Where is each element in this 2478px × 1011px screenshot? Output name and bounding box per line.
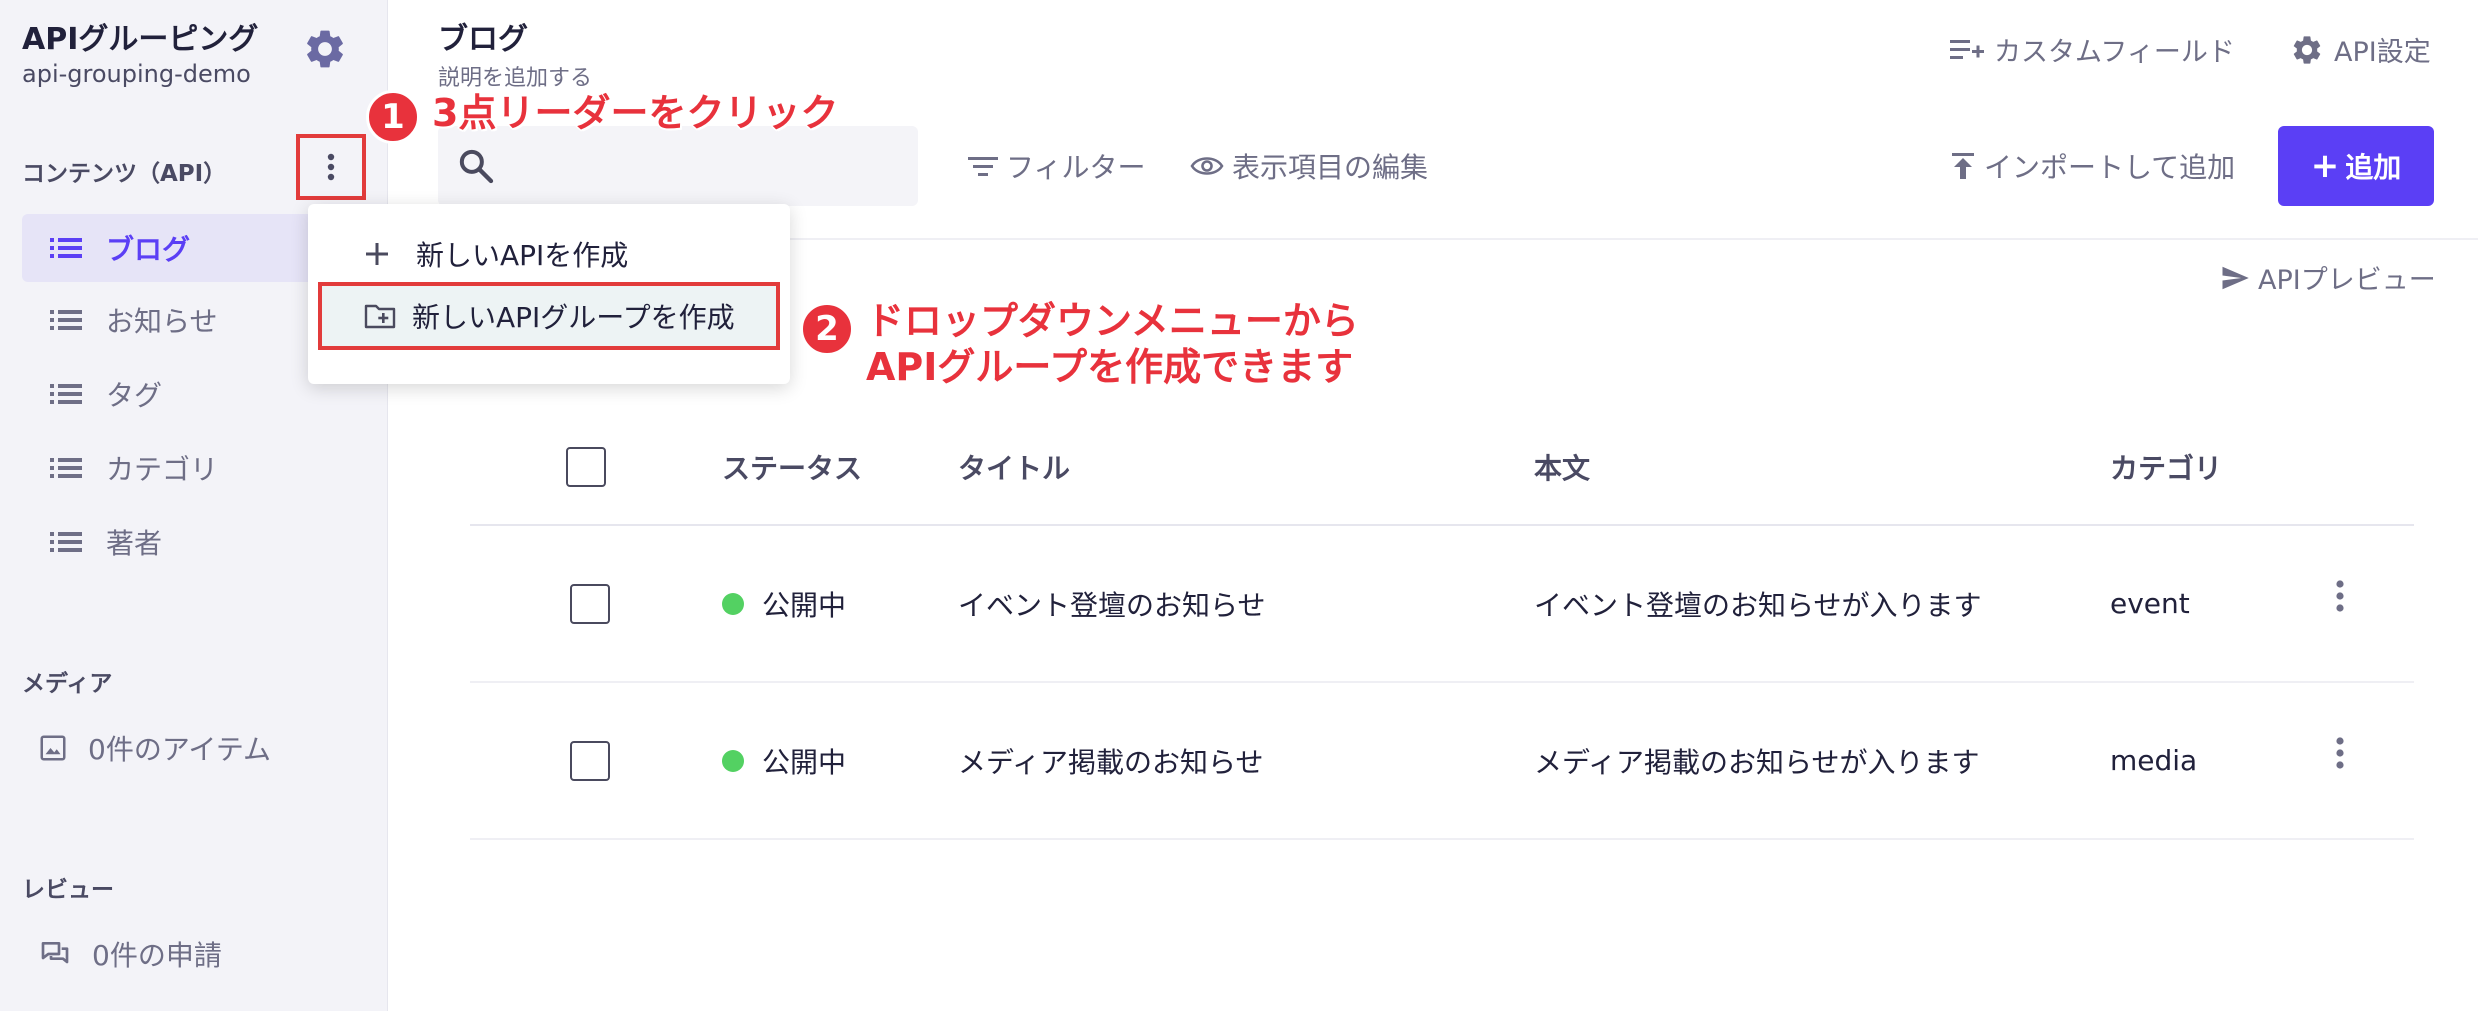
content-section-label: コンテンツ（API） xyxy=(22,161,227,187)
step2-callout-line2: APIグループを作成できます xyxy=(866,345,1354,389)
category-cell: event xyxy=(2110,587,2190,620)
upload-icon xyxy=(1952,153,1974,179)
search-icon xyxy=(459,149,494,184)
vertical-dots-icon[interactable] xyxy=(2334,735,2346,771)
sidebar-item-label: ブログ xyxy=(106,233,191,266)
row-select-cell xyxy=(570,683,610,838)
row-checkbox[interactable] xyxy=(570,583,610,624)
list-icon xyxy=(50,238,82,258)
eye-icon xyxy=(1190,157,1224,175)
table-row[interactable]: 公開中 イベント登壇のお知らせ イベント登壇のお知らせが入ります event xyxy=(470,526,2414,683)
app-title: APIグルーピング xyxy=(22,22,259,57)
search-input[interactable] xyxy=(438,126,918,206)
menu-item-create-api[interactable]: 新しいAPIを作成 xyxy=(308,220,790,288)
image-icon xyxy=(40,735,66,761)
step2-callout-line1: ドロップダウンメニューから xyxy=(866,299,1359,343)
more-options-button[interactable] xyxy=(296,134,366,200)
import-label: インポートして追加 xyxy=(1984,151,2236,184)
sidebar-item-authors[interactable]: 著者 xyxy=(22,508,388,576)
sidebar: APIグルーピング api-grouping-demo コンテンツ（API） ブ… xyxy=(0,0,388,1011)
list-icon xyxy=(50,310,82,330)
content-table: ステータス タイトル 本文 カテゴリ 公開中 イベント登壇のお知らせ イベント登… xyxy=(470,410,2414,840)
menu-item-label: 新しいAPIを作成 xyxy=(416,239,629,272)
media-section-label: メディア xyxy=(22,671,113,697)
plus-icon xyxy=(366,243,388,265)
review-count-label: 0件の申請 xyxy=(92,939,222,972)
gear-icon[interactable] xyxy=(302,26,348,72)
folder-add-icon xyxy=(364,304,396,329)
import-button[interactable]: インポートして追加 xyxy=(1950,146,2235,186)
table-header: ステータス タイトル 本文 カテゴリ xyxy=(470,410,2414,526)
sidebar-item-label: お知らせ xyxy=(106,305,218,338)
add-button[interactable]: + 追加 xyxy=(2278,126,2434,206)
status-text: 公開中 xyxy=(762,588,847,622)
sidebar-item-label: タグ xyxy=(106,379,163,412)
playlist-add-icon xyxy=(1950,39,1984,59)
column-header-category[interactable]: カテゴリ xyxy=(2110,410,2222,524)
list-icon xyxy=(50,458,82,478)
column-header-status[interactable]: ステータス xyxy=(722,410,862,524)
sidebar-item-label: 著者 xyxy=(106,527,163,560)
vertical-dots-icon[interactable] xyxy=(2334,578,2346,614)
status-dot-icon xyxy=(722,592,744,615)
table-row[interactable]: 公開中 メディア掲載のお知らせ メディア掲載のお知らせが入ります media xyxy=(470,683,2414,840)
filter-icon xyxy=(968,157,998,176)
row-select-cell xyxy=(570,526,610,681)
step-badge-2: 2 xyxy=(800,302,854,356)
select-all-checkbox[interactable] xyxy=(566,447,606,487)
status-cell: 公開中 xyxy=(722,683,846,838)
list-icon xyxy=(50,384,82,404)
filter-button[interactable]: フィルター xyxy=(968,146,1145,186)
api-settings-label: API設定 xyxy=(2334,37,2431,68)
status-text: 公開中 xyxy=(762,745,847,779)
review-requests-link[interactable]: 0件の申請 xyxy=(38,926,222,982)
custom-fields-label: カスタムフィールド xyxy=(1994,37,2235,68)
step1-callout: 3点リーダーをクリック xyxy=(432,91,839,135)
body-cell: メディア掲載のお知らせが入ります xyxy=(1534,745,1980,779)
chat-icon xyxy=(41,942,69,964)
step-badge-1: 1 xyxy=(366,90,420,144)
status-dot-icon xyxy=(722,749,744,772)
app-subtitle: api-grouping-demo xyxy=(22,60,251,88)
title-cell: イベント登壇のお知らせ xyxy=(958,588,1266,622)
list-icon xyxy=(50,532,82,552)
send-icon xyxy=(2222,266,2249,289)
api-preview-label: APIプレビュー xyxy=(2258,265,2436,296)
status-cell: 公開中 xyxy=(722,526,846,681)
category-cell: media xyxy=(2110,744,2198,777)
api-settings-button[interactable]: API設定 xyxy=(2290,30,2431,69)
add-label: 追加 xyxy=(2345,151,2402,184)
sidebar-item-categories[interactable]: カテゴリ xyxy=(22,434,388,502)
column-header-body[interactable]: 本文 xyxy=(1534,410,1590,524)
vertical-dots-icon xyxy=(327,153,335,181)
select-all-cell xyxy=(566,410,606,524)
column-header-title[interactable]: タイトル xyxy=(958,410,1070,524)
api-preview-button[interactable]: APIプレビュー xyxy=(2218,258,2436,297)
media-library-link[interactable]: 0件のアイテム xyxy=(38,720,271,776)
edit-columns-button[interactable]: 表示項目の編集 xyxy=(1190,146,1428,186)
row-checkbox[interactable] xyxy=(570,740,610,781)
title-cell: メディア掲載のお知らせ xyxy=(958,745,1264,779)
review-section-label: レビュー xyxy=(22,877,114,903)
media-count-label: 0件のアイテム xyxy=(88,733,272,766)
sidebar-item-label: カテゴリ xyxy=(106,453,219,486)
plus-icon: + xyxy=(2310,146,2340,186)
edit-columns-label: 表示項目の編集 xyxy=(1232,151,1429,184)
menu-item-label: 新しいAPIグループを作成 xyxy=(412,301,735,334)
gear-icon xyxy=(2293,35,2321,64)
body-cell: イベント登壇のお知らせが入ります xyxy=(1534,588,1982,622)
filter-label: フィルター xyxy=(1006,151,1146,184)
more-options-dropdown: 新しいAPIを作成 新しいAPIグループを作成 xyxy=(308,204,790,384)
custom-fields-button[interactable]: カスタムフィールド xyxy=(1950,30,2235,69)
page-title: ブログ xyxy=(438,22,528,57)
menu-item-create-api-group[interactable]: 新しいAPIグループを作成 xyxy=(318,282,780,350)
